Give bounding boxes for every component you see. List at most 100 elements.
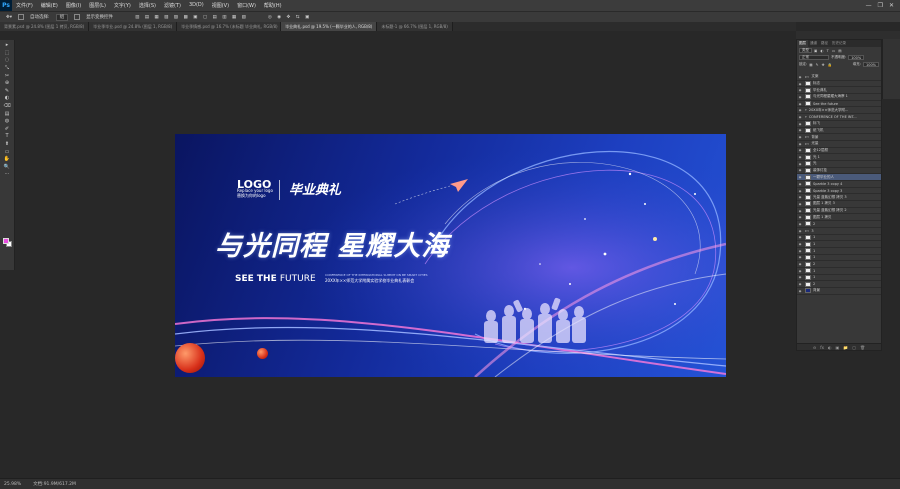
folder-icon[interactable]: ▾▭ bbox=[805, 75, 809, 79]
close-icon[interactable]: ✕ bbox=[889, 2, 894, 9]
visibility-eye-icon[interactable]: ◉ bbox=[797, 175, 803, 179]
3d-mode-icons[interactable]: ◎ ◉ ✥ ⇆ ▣ bbox=[268, 15, 311, 20]
visibility-eye-icon[interactable]: ◉ bbox=[797, 155, 803, 159]
tool-icon[interactable]: ▭ bbox=[3, 148, 12, 155]
tool-icon[interactable]: ▤ bbox=[3, 110, 12, 117]
visibility-eye-icon[interactable]: ◉ bbox=[797, 189, 803, 193]
zoom-level[interactable]: 25.98% bbox=[4, 482, 21, 487]
visibility-eye-icon[interactable]: ◉ bbox=[797, 242, 803, 246]
menu-item[interactable]: 视图(V) bbox=[208, 2, 233, 9]
visibility-eye-icon[interactable]: ◉ bbox=[797, 135, 803, 139]
tool-icon[interactable]: T bbox=[3, 133, 12, 140]
layer-row[interactable]: ◉ 光 bbox=[797, 161, 881, 168]
menu-item[interactable]: 文字(Y) bbox=[110, 2, 135, 9]
layer-row[interactable]: ◉ 装饰灯挂 bbox=[797, 167, 881, 175]
tool-icon[interactable]: ⌫ bbox=[3, 103, 12, 110]
document-tab[interactable]: 毕业季毕业.psd @ 24.8% (图层 1, RGB/8) bbox=[89, 22, 178, 31]
layer-row[interactable]: ◉ 光 1 bbox=[797, 154, 881, 161]
panel-tab[interactable]: 通道 bbox=[808, 40, 819, 47]
visibility-eye-icon[interactable]: ◉ bbox=[797, 229, 803, 233]
tool-icon[interactable]: ⤡ bbox=[3, 65, 12, 72]
layer-row[interactable]: ◉ 光量 蓝紫幻想 拷贝 2 bbox=[797, 208, 881, 215]
visibility-eye-icon[interactable]: ◉ bbox=[797, 95, 803, 99]
document-canvas[interactable]: LOGO Replace your logo 替换为你的logo 毕业典礼 与光… bbox=[175, 134, 726, 377]
menu-item[interactable]: 图层(L) bbox=[85, 2, 110, 9]
layer-row[interactable]: ◉ 全12层颜 bbox=[797, 147, 881, 155]
visibility-eye-icon[interactable]: ◉ bbox=[797, 128, 803, 132]
panel-tab[interactable]: 历史记录 bbox=[830, 40, 848, 47]
layer-row[interactable]: ◉ ▾▭ 文案 bbox=[797, 74, 881, 81]
layer-row[interactable]: ◉ Sparkle 3 copy 4 bbox=[797, 181, 881, 188]
document-tab[interactable]: 背景素.psd @ 24.8% (图层 1 拷贝, RGB/8) bbox=[0, 22, 90, 31]
layer-action-icon[interactable]: ⊖ bbox=[813, 345, 816, 350]
filter-icons[interactable]: ▣ ◐ T ▭ ▤ bbox=[814, 49, 843, 53]
tool-icon[interactable]: ◍ bbox=[3, 118, 12, 125]
panel-tab[interactable]: 路径 bbox=[819, 40, 830, 47]
layer-action-icon[interactable]: fx bbox=[820, 345, 824, 350]
tool-icon[interactable]: ⬆ bbox=[3, 141, 12, 148]
visibility-eye-icon[interactable]: ◉ bbox=[797, 182, 803, 186]
folder-icon[interactable]: ▾▭ bbox=[805, 135, 809, 139]
layer-action-icon[interactable]: 🗑 bbox=[860, 345, 865, 350]
menu-item[interactable]: 图像(I) bbox=[62, 2, 85, 9]
visibility-eye-icon[interactable]: ◉ bbox=[797, 102, 803, 106]
tool-icon[interactable]: ⋯ bbox=[3, 171, 12, 178]
visibility-eye-icon[interactable]: ◉ bbox=[797, 75, 803, 79]
layer-row[interactable]: ◉ T CONFERENCE OF THE INT... bbox=[797, 114, 881, 121]
layer-row[interactable]: ◉ 1 bbox=[797, 234, 881, 242]
menu-item[interactable]: 编辑(E) bbox=[37, 2, 62, 9]
visibility-eye-icon[interactable]: ◉ bbox=[797, 142, 803, 146]
visibility-eye-icon[interactable]: ◉ bbox=[797, 282, 803, 286]
layer-row[interactable]: ◉ ▾▭ 背景 bbox=[797, 134, 881, 141]
layer-row[interactable]: ◉ 1 bbox=[797, 248, 881, 255]
maximize-icon[interactable]: ❐ bbox=[878, 2, 883, 9]
foreground-color-swatch[interactable] bbox=[3, 238, 9, 244]
tool-icon[interactable]: ⊕ bbox=[3, 80, 12, 87]
visibility-eye-icon[interactable]: ◉ bbox=[797, 115, 803, 119]
tool-icon[interactable]: ◌ bbox=[3, 57, 12, 64]
minimize-icon[interactable]: — bbox=[866, 2, 872, 9]
layer-action-icon[interactable]: ▢ bbox=[852, 345, 856, 350]
menu-item[interactable]: 3D(D) bbox=[185, 2, 208, 9]
panel-collapse-bar[interactable] bbox=[796, 31, 900, 39]
tool-icon[interactable]: ✂ bbox=[3, 72, 12, 79]
visibility-eye-icon[interactable]: ◉ bbox=[797, 108, 803, 112]
layer-row[interactable]: ◉ 纸飞机 bbox=[797, 127, 881, 135]
visibility-eye-icon[interactable]: ◉ bbox=[797, 202, 803, 206]
visibility-eye-icon[interactable]: ◉ bbox=[797, 195, 803, 199]
auto-select-checkbox[interactable] bbox=[18, 14, 25, 20]
menu-item[interactable]: 窗口(W) bbox=[233, 2, 260, 9]
layer-row[interactable]: ◉ 图层 1 拷贝 3 bbox=[797, 201, 881, 208]
visibility-eye-icon[interactable]: ◉ bbox=[797, 148, 803, 152]
layer-action-icon[interactable]: ▣ bbox=[836, 345, 840, 350]
visibility-eye-icon[interactable]: ◉ bbox=[797, 82, 803, 86]
layer-row[interactable]: ◉ 光量 蓝紫幻想 拷贝 3 bbox=[797, 194, 881, 202]
document-tab[interactable]: 毕业季情感.psd @ 16.7% (未标题 毕业典礼, RGB/8) bbox=[177, 22, 282, 31]
layer-row[interactable]: ◉ 2 bbox=[797, 281, 881, 288]
layer-row[interactable]: ◉ ▾▭ 3 bbox=[797, 228, 881, 235]
document-tab[interactable]: 毕业典礼.psd @ 19.5% (一颗毕业的人, RGB/8) bbox=[281, 22, 378, 31]
layer-row[interactable]: ◉ 2 bbox=[797, 221, 881, 228]
layer-row[interactable]: ◉ 图层 1 拷贝 bbox=[797, 214, 881, 222]
align-icons[interactable]: ▥ ▤ ▦ ▧ ▨ ▩ ▣ ▢ ▤ ▥ ▦ ▧ bbox=[135, 15, 248, 20]
layer-row[interactable]: ◉ 1 bbox=[797, 268, 881, 275]
layer-row[interactable]: ◉ 背景 bbox=[797, 288, 881, 295]
layer-action-icon[interactable]: ◐ bbox=[828, 345, 832, 350]
layer-row[interactable]: ◉ 与光同程星耀大海摩 1 bbox=[797, 94, 881, 101]
visibility-eye-icon[interactable]: ◉ bbox=[797, 162, 803, 166]
visibility-eye-icon[interactable]: ◉ bbox=[797, 209, 803, 213]
visibility-eye-icon[interactable]: ◉ bbox=[797, 168, 803, 172]
layer-row[interactable]: ◉ 2 bbox=[797, 261, 881, 268]
layer-row[interactable]: ◉ 1 bbox=[797, 241, 881, 248]
layer-row[interactable]: ◉ See the future bbox=[797, 101, 881, 108]
lock-icons[interactable]: ▦ ✎ ✥ 🔒 bbox=[809, 63, 833, 67]
visibility-eye-icon[interactable]: ◉ bbox=[797, 222, 803, 226]
layer-row[interactable]: ◉ 1 bbox=[797, 254, 881, 262]
menu-item[interactable]: 选择(S) bbox=[135, 2, 160, 9]
tool-icon[interactable]: ✐ bbox=[3, 126, 12, 133]
menu-item[interactable]: 帮助(H) bbox=[260, 2, 286, 9]
move-tool-icon[interactable]: ✥▾ bbox=[6, 15, 12, 20]
layer-row[interactable]: ◉ 1 bbox=[797, 274, 881, 282]
visibility-eye-icon[interactable]: ◉ bbox=[797, 235, 803, 239]
visibility-eye-icon[interactable]: ◉ bbox=[797, 289, 803, 293]
